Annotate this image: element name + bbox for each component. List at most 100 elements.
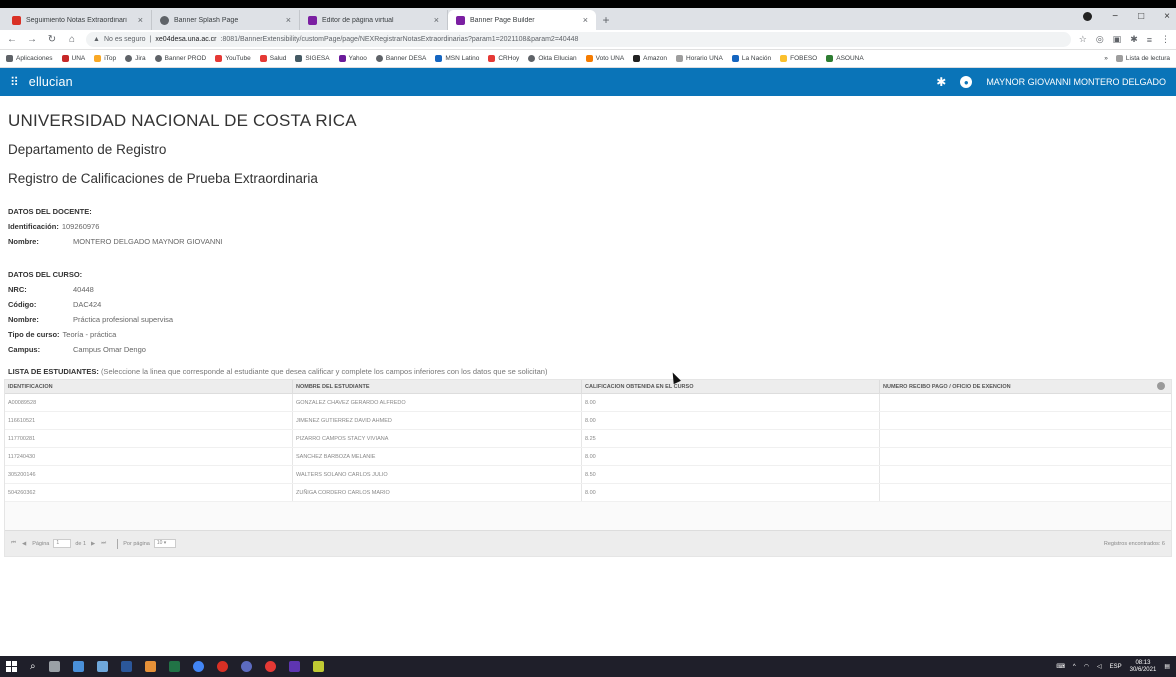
table-row[interactable]: 117240430 SANCHEZ BARBOZA MELANIE 8.00 [5,448,1171,466]
teacher-section-title: DATOS DEL DOCENTE: [8,207,92,216]
app-icon[interactable] [144,661,156,672]
minimize-button[interactable]: − [1112,11,1118,22]
bookmark-item[interactable]: Okta Ellucian [528,55,577,62]
last-page-icon[interactable]: ⏭ [101,540,106,547]
table-pager: ⏮ ◀ Página 1 de 1 ▶ ⏭ Por página 10 ▾ Re… [5,530,1171,556]
chrome-icon[interactable] [192,661,204,672]
back-arrow-icon[interactable]: ← [6,34,18,45]
forward-arrow-icon[interactable]: → [26,34,38,45]
user-name[interactable]: MAYNOR GIOVANNI MONTERO DELGADO [986,77,1166,87]
teams-icon[interactable] [288,661,300,672]
opera-icon[interactable] [216,661,228,672]
url-input[interactable]: ▲ No es seguro | xe04desa.una.ac.cr:8081… [86,32,1071,47]
page-number-input[interactable]: 1 [53,539,72,548]
extension-icon[interactable]: ◎ [1096,34,1104,45]
puzzle-icon[interactable]: ✱ [1130,34,1138,45]
column-menu-icon[interactable] [1157,382,1165,390]
extension-icon-2[interactable]: ▣ [1113,34,1122,45]
bookmark-item[interactable]: Horario UNA [676,55,723,62]
close-window-button[interactable]: × [1164,11,1170,22]
reading-list-button[interactable]: Lista de lectura [1115,55,1170,62]
table-row[interactable]: 117700281 PIZARRO CAMPOS STACY VIVIANA 8… [5,430,1171,448]
bookmark-item[interactable]: Voto UNA [585,55,624,62]
keyboard-icon[interactable]: ⌨ [1056,663,1065,670]
browser-tab-4[interactable]: Banner Page Builder × [448,10,596,30]
kebab-menu-icon[interactable]: ⋮ [1161,34,1170,45]
page-builder-icon [456,15,465,25]
language-indicator[interactable]: ESP [1110,664,1122,670]
close-icon[interactable]: × [138,15,143,25]
prev-page-icon[interactable]: ◀ [22,541,26,547]
star-icon[interactable]: ☆ [1079,34,1087,45]
per-page-select[interactable]: 10 ▾ [153,539,176,548]
student-id-cell: 117700281 [8,435,36,442]
home-icon[interactable]: ⌂ [66,34,78,45]
search-icon[interactable]: ⌕ [30,661,36,672]
globe-icon [160,15,169,25]
bookmark-item[interactable]: SIGESA [295,55,330,62]
column-header-receipt[interactable]: NUMERO RECIBO PAGO / OFICIO DE EXENCION [879,380,1171,393]
column-header-id[interactable]: IDENTIFICACION [5,384,292,390]
bookmark-item[interactable]: FOBESO [780,55,817,62]
page-subtitle: Departamento de Registro [8,142,167,157]
bookmark-item[interactable]: iTop [94,55,116,62]
reload-icon[interactable]: ↻ [46,34,58,45]
bookmark-item[interactable]: YouTube [215,55,251,62]
brand-logo[interactable]: ellucian [29,75,73,89]
next-page-icon[interactable]: ▶ [91,541,95,547]
browser-tab-1[interactable]: Seguimiento Notas Extraordinari × [4,10,152,30]
browser-tab-3[interactable]: Editor de página virtual × [300,10,448,30]
bookmark-item[interactable]: MSN Latino [435,55,479,62]
new-tab-button[interactable]: + [596,10,616,30]
clock[interactable]: 08:13 30/6/2021 [1130,660,1157,674]
bookmark-item[interactable]: UNA [61,55,85,62]
profile-icon[interactable] [1083,12,1093,21]
column-header-grade[interactable]: CALIFICACION OBTENIDA EN EL CURSO [581,380,879,393]
chevron-right-icon[interactable]: » [1104,55,1108,62]
user-avatar-icon[interactable]: ● [960,76,973,88]
app-icon[interactable] [240,661,252,672]
table-row[interactable]: A00089528 GONZALEZ CHAVEZ GERARDO ALFRED… [5,394,1171,412]
bookmark-item[interactable]: Amazon [633,55,667,62]
student-name-cell: PIZARRO CAMPOS STACY VIVIANA [292,430,581,447]
app-icon[interactable] [312,661,324,672]
bookmark-item[interactable]: Yahoo [338,55,367,62]
app-icon[interactable] [264,661,276,672]
bookmark-item[interactable]: Aplicaciones [6,55,53,62]
bookmark-item[interactable]: ASOUNA [826,55,864,62]
bookmark-favicon-icon [295,55,303,62]
bookmark-item[interactable]: Salud [259,55,286,62]
notifications-icon[interactable]: ▤ [1164,663,1170,670]
task-view-icon[interactable] [48,661,60,672]
gear-icon[interactable]: ✱ [936,75,946,89]
close-icon[interactable]: × [286,15,291,25]
excel-icon[interactable] [168,661,180,672]
column-header-name[interactable]: NOMBRE DEL ESTUDIANTE [292,380,581,393]
close-icon[interactable]: × [583,15,588,25]
bookmark-favicon-icon [780,55,788,62]
table-row[interactable]: 116610521 JIMENEZ GUTIERREZ DAVID AHMED … [5,412,1171,430]
volume-icon[interactable]: ◁ [1097,663,1102,670]
course-section: DATOS DEL CURSO: NRC: 40448 Código: DAC4… [8,267,1168,357]
student-grade-cell: 8.00 [581,412,879,429]
bookmark-item[interactable]: Jira [125,55,146,62]
store-icon[interactable] [96,661,108,672]
reading-mode-icon[interactable]: ≡ [1147,35,1152,45]
browser-tab-2[interactable]: Banner Splash Page × [152,10,300,30]
maximize-button[interactable]: □ [1138,11,1144,22]
student-receipt-cell [879,412,1171,429]
word-icon[interactable] [120,661,132,672]
close-icon[interactable]: × [434,15,439,25]
windows-start-icon[interactable] [6,661,17,672]
first-page-icon[interactable]: ⏮ [11,540,16,547]
bookmark-item[interactable]: La Nación [731,55,771,62]
bookmark-item[interactable]: CRHoy [488,55,519,62]
explorer-icon[interactable] [72,661,84,672]
bookmark-item[interactable]: Banner DESA [375,55,426,62]
chevron-up-icon[interactable]: ^ [1073,664,1076,670]
table-row[interactable]: 305200146 WALTERS SOLANO CARLOS JULIO 8.… [5,466,1171,484]
apps-menu-icon[interactable]: ⠿ [10,75,19,89]
wifi-icon[interactable]: ◠ [1084,663,1089,670]
table-row[interactable]: 504260362 ZUÑIGA CORDERO CARLOS MARIO 8.… [5,484,1171,502]
bookmark-item[interactable]: Banner PROD [154,55,206,62]
